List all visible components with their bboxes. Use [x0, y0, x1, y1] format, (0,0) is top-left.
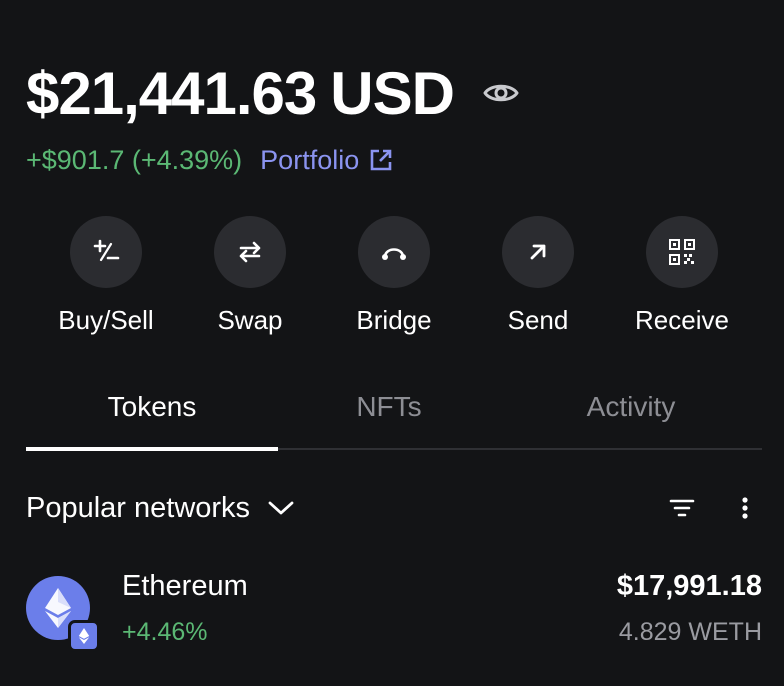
- bridge-button[interactable]: Bridge: [324, 216, 464, 336]
- tab-tokens-label: Tokens: [107, 391, 197, 422]
- networks-row: Popular networks: [26, 486, 762, 530]
- tab-activity[interactable]: Activity: [500, 378, 762, 436]
- filter-icon[interactable]: [666, 492, 698, 524]
- network-selector[interactable]: Popular networks: [26, 486, 294, 530]
- buy-sell-button[interactable]: Buy/Sell: [36, 216, 176, 336]
- send-button[interactable]: Send: [468, 216, 608, 336]
- external-link-icon: [370, 149, 392, 171]
- more-options-icon[interactable]: [732, 492, 758, 524]
- portfolio-link[interactable]: Portfolio: [260, 145, 393, 176]
- plus-minus-icon: [70, 216, 142, 288]
- bridge-icon: [358, 216, 430, 288]
- swap-button[interactable]: Swap: [180, 216, 320, 336]
- network-selector-label: Popular networks: [26, 491, 251, 524]
- token-amount: 4.829 WETH: [618, 618, 762, 646]
- tab-nfts-label: NFTs: [356, 391, 422, 422]
- buy-sell-label: Buy/Sell: [58, 305, 154, 335]
- tab-nfts[interactable]: NFTs: [278, 378, 500, 436]
- token-name: Ethereum: [122, 570, 248, 602]
- portfolio-link-label: Portfolio: [260, 144, 360, 175]
- tab-activity-label: Activity: [586, 391, 676, 422]
- tab-bar: Tokens NFTs Activity: [26, 378, 762, 452]
- eye-icon[interactable]: [482, 74, 520, 112]
- swap-arrows-icon: [214, 216, 286, 288]
- balance-change-row: +$901.7 (+4.39%) Portfolio: [26, 142, 393, 178]
- network-badge-icon: [68, 620, 100, 652]
- arrow-up-right-icon: [502, 216, 574, 288]
- balance-amount: $21,441.63: [26, 59, 317, 127]
- bridge-label: Bridge: [356, 305, 432, 335]
- qr-code-icon: [646, 216, 718, 288]
- balance-header: $21,441.63 USD: [26, 58, 520, 128]
- balance-currency: USD: [330, 59, 455, 127]
- send-label: Send: [507, 305, 569, 335]
- token-row[interactable]: Ethereum +4.46% $17,991.18 4.829 WETH: [26, 566, 762, 652]
- token-fiat-value: $17,991.18: [616, 570, 762, 602]
- action-bar: Buy/Sell Swap Bridge Send Receive: [0, 216, 784, 346]
- chevron-down-icon: [268, 501, 294, 515]
- tab-tokens[interactable]: Tokens: [26, 378, 278, 436]
- active-tab-indicator: [26, 447, 278, 451]
- token-change: +4.46%: [122, 618, 208, 646]
- swap-label: Swap: [217, 305, 283, 335]
- balance-change: +$901.7 (+4.39%): [26, 144, 243, 175]
- receive-button[interactable]: Receive: [612, 216, 752, 336]
- receive-label: Receive: [635, 305, 729, 335]
